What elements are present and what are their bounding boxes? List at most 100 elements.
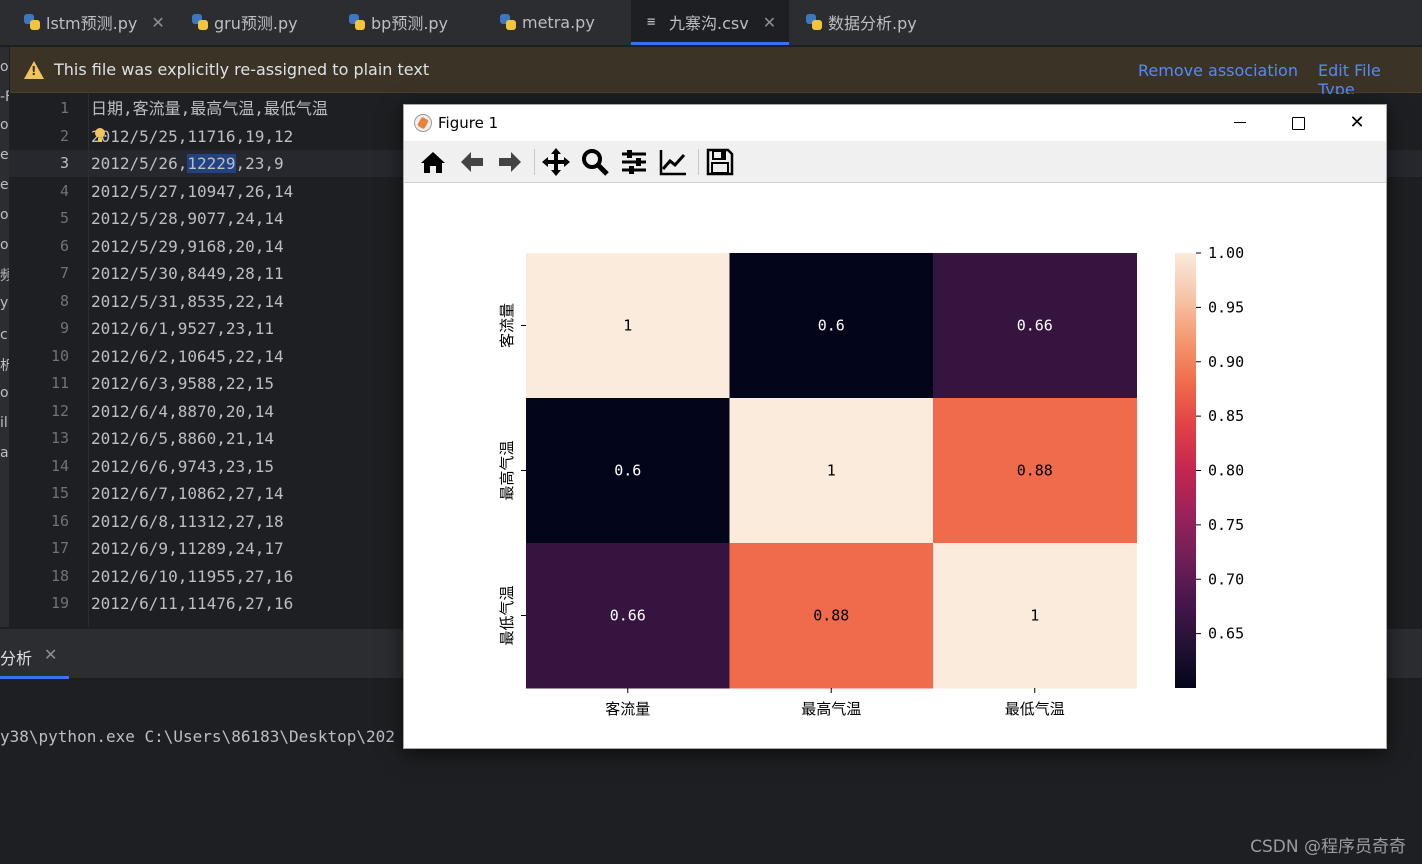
tab-label: metra.py [522,12,595,32]
pan-icon[interactable] [541,147,573,177]
close-icon[interactable]: ✕ [763,13,776,32]
figure-canvas[interactable]: 1 0.6 0.66 0.6 1 0.88 0.66 0.88 1 客流量 最高气温 最低气温 客流量最… [404,183,1386,748]
line-text: 2012/5/26,12229,23,9 [91,150,284,177]
line-number: 6 [59,236,69,255]
project-item[interactable]: o [0,59,9,75]
tab-metra[interactable]: metra.py [486,0,626,44]
configure-subplots-icon[interactable] [619,147,651,177]
line-text: 2012/5/31,8535,22,14 [91,291,284,311]
remove-association-link[interactable]: Remove association [1138,61,1298,80]
line-number: 18 [50,566,69,585]
text-after-selection: ,23,9 [235,154,284,173]
python-file-icon [349,14,365,30]
minimize-icon[interactable] [1228,111,1252,135]
python-file-icon [500,14,516,30]
edit-axis-icon[interactable] [658,147,690,177]
colorbar-tick-label: 0.70 [1208,570,1244,588]
tab-analysis[interactable]: 数据分析.py [792,0,942,44]
maximize-icon[interactable] [1286,111,1310,135]
x-tick-label: 客流量 [605,700,650,718]
project-item[interactable]: oc [0,117,9,133]
close-icon[interactable]: ✕ [151,13,164,32]
tab-lstm[interactable]: lstm预测.py ✕ [10,0,178,44]
figure-window[interactable]: Figure 1 ✕ 1 0.6 0.66 0.6 1 0.88 0.66 0.… [403,104,1387,749]
cell-annotation: 0.66 [1017,317,1053,335]
tab-gru[interactable]: gru预测.py [178,0,328,44]
watermark: CSDN @程序员奇奇 [1250,837,1406,857]
project-item[interactable]: o [0,207,9,223]
line-text: 2012/5/30,8449,28,11 [91,264,284,283]
tab-label: 数据分析.py [828,14,917,33]
project-item[interactable]: c [0,327,8,343]
line-text: 2012/5/25,11716,19,12 [91,126,294,146]
project-panel-edge: o -F oc ea el. o o 频 y c 析 or il a [0,47,9,627]
line-text: 2012/6/9,11289,24,17 [91,539,284,558]
project-item[interactable]: a [0,445,9,461]
line-number: 14 [50,456,69,475]
project-item[interactable]: 频 [0,265,9,285]
line-text: 2012/6/5,8860,21,14 [91,429,275,448]
cell-annotation: 0.66 [610,607,646,625]
cell-annotation: 0.6 [614,462,641,480]
project-item[interactable]: y [0,295,8,311]
forward-icon[interactable] [495,147,527,177]
cell-annotation: 1 [1030,607,1039,625]
project-item[interactable]: ea [0,147,9,163]
line-text: 2012/5/27,10947,26,14 [91,181,294,201]
line-number: 4 [59,181,69,200]
cell-annotation: 1 [623,317,632,335]
colorbar-tick-label: 0.80 [1208,462,1244,480]
file-type-notification: This file was explicitly re-assigned to … [10,47,1422,99]
python-file-icon [24,14,40,30]
line-number: 7 [59,264,69,282]
lightbulb-icon[interactable] [95,128,105,142]
close-icon[interactable]: ✕ [1345,111,1369,135]
project-item[interactable]: el. [0,177,9,193]
project-item[interactable]: il [0,415,8,431]
project-item[interactable]: -F [0,89,9,105]
colorbar-tick-label: 0.75 [1208,516,1244,534]
active-tab-indicator [631,42,789,45]
y-tick-label: 最高气温 [498,440,516,500]
line-text: 2012/6/11,11476,27,16 [91,594,294,613]
run-tab-label[interactable]: 分析 [0,645,32,669]
python-file-icon [192,14,208,30]
line-number: 17 [50,539,69,557]
project-item[interactable]: 析 [0,355,9,375]
project-item[interactable]: or [0,385,9,401]
line-number: 3 [59,154,69,172]
tab-label: gru预测.py [214,14,298,33]
zoom-icon[interactable] [580,147,612,177]
tab-label: 九寨沟.csv [669,14,749,33]
line-text: 2012/6/8,11312,27,18 [91,511,284,531]
tab-bp[interactable]: bp预测.py [335,0,485,44]
line-text: 2012/6/6,9743,23,15 [91,456,275,476]
line-number: 19 [50,594,69,612]
home-icon[interactable] [418,147,450,177]
colorbar-tick-label: 0.95 [1208,298,1244,316]
line-text: 2012/6/7,10862,27,14 [91,484,284,503]
line-text: 2012/5/28,9077,24,14 [91,209,284,228]
back-icon[interactable] [457,147,489,177]
close-icon[interactable]: ✕ [44,645,57,664]
save-icon[interactable] [705,147,737,177]
line-number: 11 [50,374,69,392]
line-number: 15 [50,484,69,502]
line-number: 9 [59,319,69,337]
project-item[interactable]: o [0,237,9,253]
x-tick-label: 最低气温 [1005,700,1065,718]
tab-csv[interactable]: ≡ 九寨沟.csv ✕ [631,0,789,44]
cell-annotation: 0.88 [813,607,849,625]
line-number: 10 [50,346,69,365]
line-text: 2012/6/3,9588,22,15 [91,374,275,393]
tab-label: bp预测.py [371,14,449,33]
figure-title-bar[interactable]: Figure 1 ✕ [404,105,1386,141]
cell-annotation: 0.6 [818,317,845,335]
heatmap-chart: 1 0.6 0.660.6 1 0.880.66 0.88 1客流量 最高气温 最低气温客流量最… [498,244,1244,718]
y-tick-label: 最低气温 [498,585,516,645]
line-number: 8 [59,291,69,310]
editor-tab-bar: lstm预测.py ✕ gru预测.py bp预测.py metra.py ≡ … [0,0,1422,46]
x-tick-label: 最高气温 [801,700,861,718]
line-text: 2012/6/10,11955,27,16 [91,566,294,586]
gutter-separator [88,94,89,627]
